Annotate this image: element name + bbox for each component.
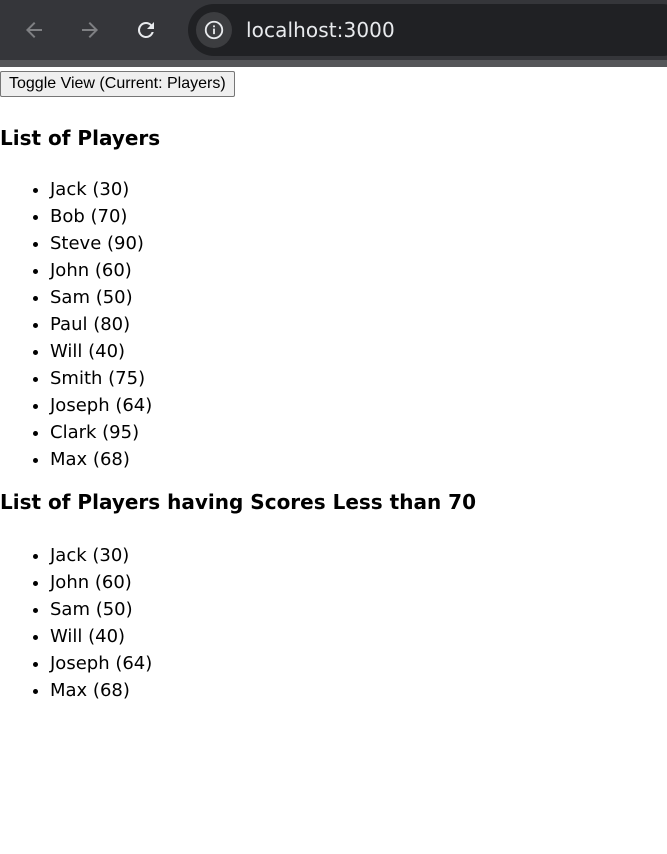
list-item: Steve (90) (50, 230, 667, 257)
list-item: Joseph (64) (50, 392, 667, 419)
list-item: John (60) (50, 569, 667, 596)
low-scores-heading: List of Players having Scores Less than … (0, 490, 477, 514)
url-text[interactable]: localhost:3000 (246, 17, 395, 43)
list-item: Smith (75) (50, 365, 667, 392)
back-button[interactable] (16, 12, 52, 48)
list-item: John (60) (50, 257, 667, 284)
page-content: Toggle View (Current: Players) List of P… (0, 71, 667, 704)
list-item: Sam (50) (50, 596, 667, 623)
list-item: Paul (80) (50, 311, 667, 338)
list-item: Will (40) (50, 623, 667, 650)
info-icon (204, 20, 224, 40)
site-info-button[interactable] (196, 12, 232, 48)
browser-toolbar: localhost:3000 (0, 0, 667, 67)
list-item: Max (68) (50, 677, 667, 704)
reload-button[interactable] (128, 12, 164, 48)
list-item: Clark (95) (50, 419, 667, 446)
address-bar[interactable]: localhost:3000 (188, 4, 667, 56)
players-list: Jack (30) Bob (70) Steve (90) John (60) … (0, 176, 667, 473)
reload-icon (137, 21, 154, 38)
list-item: Jack (30) (50, 176, 667, 203)
list-item: Will (40) (50, 338, 667, 365)
toggle-view-button[interactable]: Toggle View (Current: Players) (0, 71, 235, 97)
list-item: Sam (50) (50, 284, 667, 311)
list-item: Bob (70) (50, 203, 667, 230)
arrow-left-icon (26, 22, 42, 38)
list-item: Joseph (64) (50, 650, 667, 677)
low-scores-list: Jack (30) John (60) Sam (50) Will (40) J… (0, 542, 667, 704)
players-heading: List of Players (0, 126, 161, 150)
list-item: Jack (30) (50, 542, 667, 569)
forward-button[interactable] (72, 12, 108, 48)
arrow-right-icon (82, 22, 98, 38)
list-item: Max (68) (50, 446, 667, 473)
